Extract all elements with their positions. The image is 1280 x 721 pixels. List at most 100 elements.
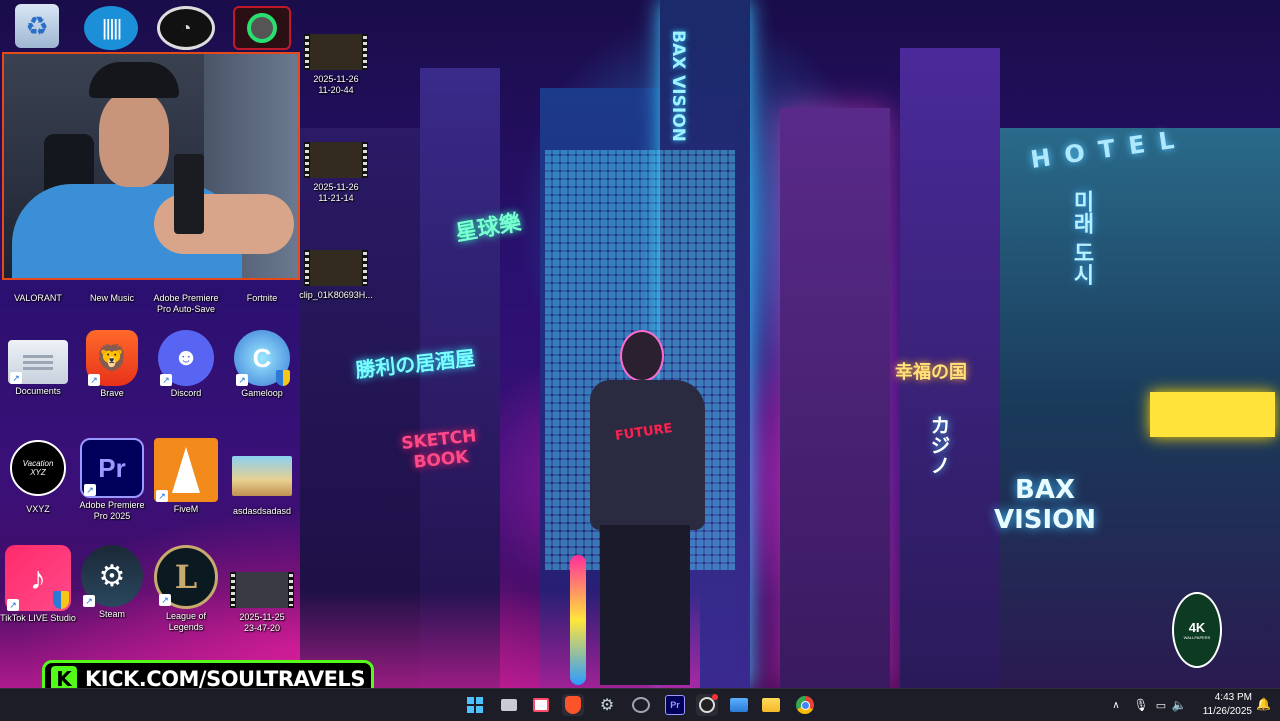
video-file-label: 2025-11-26 11-20-44 [313, 74, 359, 95]
sign-bax-vision-vertical: BAX VISION [668, 30, 688, 142]
icon-label: Discord [170, 388, 202, 398]
steam-glyph: ⚙ [98, 559, 126, 593]
file-explorer-icon[interactable] [760, 694, 782, 716]
snipping-tool-icon[interactable] [530, 694, 552, 716]
premiere-taskbar-icon[interactable]: Pr [664, 694, 686, 716]
brave-taskbar-icon[interactable] [562, 694, 584, 716]
steam-glyph: ⚙ [599, 697, 615, 714]
video-thumbnail-icon [304, 142, 368, 178]
video-file-3[interactable]: clip_01K80693H... [298, 250, 374, 301]
icon-label: asdasdsadasd [232, 506, 292, 516]
document-lines-icon [23, 360, 53, 364]
premiere-glyph: Pr [665, 695, 685, 715]
obs-studio-icon[interactable]: ◔ [157, 6, 215, 50]
character-figure: FUTURE [570, 330, 735, 688]
figure-body [590, 380, 705, 530]
shortcut-arrow-icon: ↗ [7, 599, 19, 611]
tiktok-live-icon: ♪ ↗ [5, 545, 71, 611]
held-object [174, 154, 204, 234]
shortcut-arrow-icon: ↗ [84, 484, 96, 496]
icon-label: Adobe Premiere Pro Auto-Save [153, 293, 219, 314]
skateboard [570, 555, 586, 685]
brave-lion-icon: 🦁 ↗ [86, 330, 138, 386]
4k-wallpapers-badge: 4K WALLPAPERS [1172, 592, 1222, 668]
uac-shield-icon [53, 591, 69, 609]
icon-label: Adobe Premiere Pro 2025 [79, 500, 145, 521]
premiere-pro-icon: Pr ↗ [80, 438, 144, 498]
system-tray: ∧ 🎙 ▭ 🔈 [1108, 689, 1188, 721]
webcam-overlay [2, 52, 300, 280]
image-file-icon [232, 456, 292, 496]
icon-label: VXYZ [26, 504, 50, 514]
desktop-icon-gameloop[interactable]: C ↗ Gameloop [224, 330, 300, 399]
video-file-1[interactable]: 2025-11-26 11-20-44 [298, 34, 374, 96]
folder-icon: ↗ [8, 340, 68, 384]
desktop-icon-vxyz[interactable]: Vacation XYZ VXYZ [0, 440, 76, 515]
microphone-icon[interactable]: 🎙 [1130, 698, 1152, 712]
photos-glyph [730, 698, 748, 712]
windows-start-icon[interactable] [464, 694, 486, 716]
green-ring-app-icon[interactable] [233, 6, 291, 50]
ring-icon [247, 13, 277, 43]
shortcut-arrow-icon: ↗ [10, 372, 22, 384]
start-grid [467, 697, 483, 713]
sign-happiness: 幸福の国 [895, 362, 967, 383]
steam-icon: ⚙ ↗ [81, 545, 143, 607]
desktop-icon-premiere-autosave[interactable]: Adobe Premiere Pro Auto-Save [148, 291, 224, 315]
desktop-icon-tiktok-live[interactable]: ♪ ↗ TikTok LIVE Studio [0, 545, 76, 624]
icon-label: FiveM [173, 504, 199, 514]
desktop-icon-premiere-2025[interactable]: Pr ↗ Adobe Premiere Pro 2025 [74, 438, 150, 522]
snip-glyph [533, 698, 549, 712]
shortcut-arrow-icon: ↗ [83, 595, 95, 607]
uac-shield-icon [276, 370, 290, 386]
desktop-icon-brave[interactable]: 🦁 ↗ Brave [74, 330, 150, 399]
recycle-bin-icon[interactable]: ♻ [15, 4, 59, 48]
icon-label: New Music [89, 293, 134, 303]
icon-label: Brave [100, 388, 124, 398]
icon-label: TikTok LIVE Studio [0, 613, 76, 623]
clock-time: 4:43 PM [1214, 692, 1252, 703]
desktop-icon-asdasd[interactable]: asdasdsadasd [224, 456, 300, 517]
app-waves-icon[interactable]: ||||| [84, 6, 138, 50]
league-glyph: L [174, 558, 198, 596]
clock[interactable]: 4:43 PM 11/26/2025 [1198, 691, 1252, 719]
desktop-icon-league[interactable]: L ↗ League of Legends [148, 545, 224, 633]
chevron-up-icon[interactable]: ∧ [1108, 700, 1124, 711]
icon-label: League of Legends [165, 611, 207, 632]
icon-label: Fortnite [246, 293, 278, 303]
keyboard-app-icon[interactable] [630, 694, 652, 716]
video-thumbnail-icon [230, 572, 294, 608]
icon-label: Documents [15, 386, 61, 396]
steam-taskbar-icon[interactable]: ⚙ [596, 694, 618, 716]
discord-icon: ☻ ↗ [158, 330, 214, 386]
gameloop-icon: C ↗ [234, 330, 290, 386]
desktop-icon-fortnite[interactable]: Fortnite [224, 291, 300, 304]
video-file-2[interactable]: 2025-11-26 11-21-14 [298, 142, 374, 204]
sign-katakana: カジノ [927, 415, 951, 475]
discord-glyph: ☻ [173, 344, 199, 371]
sign-korean: 미래 도시 [1069, 190, 1094, 286]
desktop-icon-fivem[interactable]: ↗ FiveM [148, 438, 224, 515]
chrome-icon[interactable] [794, 694, 816, 716]
volume-icon[interactable]: 🔈 [1170, 698, 1188, 712]
taskbar: ⚙ Pr ∧ 🎙 ▭ 🔈 4:43 PM 11/26/2025 🔔 [0, 688, 1280, 721]
photos-icon[interactable] [728, 694, 750, 716]
obs-taskbar-icon[interactable] [696, 694, 718, 716]
shortcut-arrow-icon: ↗ [159, 594, 171, 606]
desktop-icon-steam[interactable]: ⚙ ↗ Steam [74, 545, 150, 620]
desktop-icon-discord[interactable]: ☻ ↗ Discord [148, 330, 224, 399]
file-folder-icon[interactable] [498, 694, 520, 716]
desktop-icon-new-music[interactable]: New Music [74, 291, 150, 304]
desktop-icon-documents[interactable]: ↗ Documents [0, 334, 76, 397]
vxyz-logo-text: Vacation XYZ [22, 459, 54, 477]
keyboard-glyph [632, 697, 650, 713]
network-icon[interactable]: ▭ [1152, 699, 1170, 712]
recording-dot-icon [712, 694, 718, 700]
vxyz-logo-icon: Vacation XYZ [10, 440, 66, 496]
shortcut-arrow-icon: ↗ [160, 374, 172, 386]
desktop-icon-clip-1125[interactable]: 2025-11-25 23-47-20 [224, 572, 300, 634]
badge-text-wallpapers: WALLPAPERS [1183, 635, 1211, 640]
notification-bell-icon[interactable]: 🔔 [1256, 697, 1271, 711]
person-cap [89, 62, 179, 98]
desktop-icon-valorant[interactable]: VALORANT [0, 291, 76, 304]
